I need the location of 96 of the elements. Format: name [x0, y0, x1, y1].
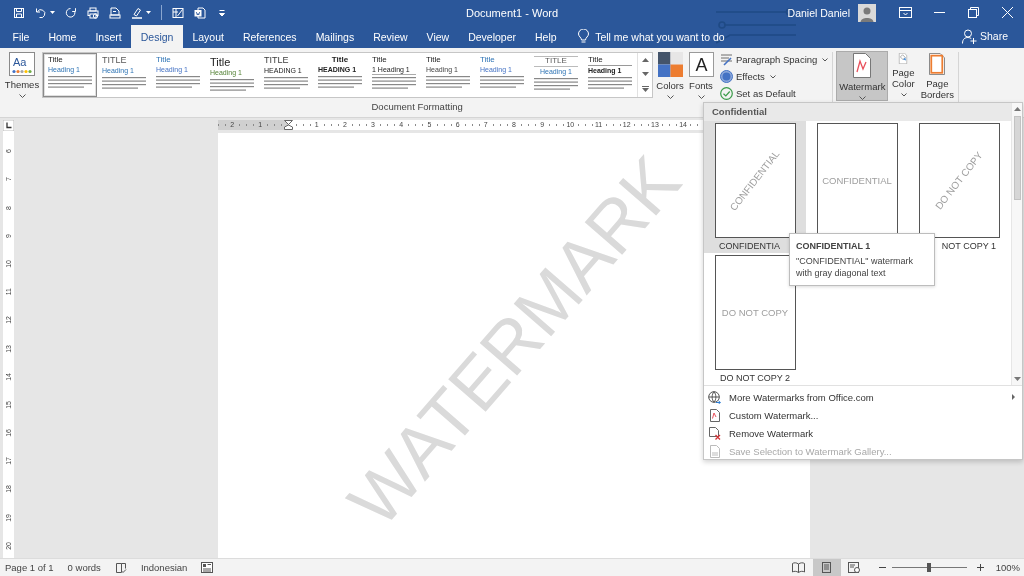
- text-lines-icon: [426, 75, 470, 88]
- text-lines-icon: [480, 75, 524, 88]
- book-icon: [792, 562, 806, 573]
- minimize-icon[interactable]: [933, 12, 945, 13]
- page-watermark-icon: [851, 53, 874, 78]
- paragraph-spacing-button[interactable]: Paragraph Spacing: [718, 51, 831, 68]
- text-lines-icon: [102, 76, 146, 89]
- person-add-icon: [961, 28, 977, 44]
- paragraph-spacing-icon: [720, 53, 733, 66]
- page-print-icon[interactable]: [109, 6, 121, 19]
- ribbon-tab[interactable]: File: [3, 25, 39, 48]
- text-lines-icon: [318, 75, 362, 88]
- edit-grid-icon[interactable]: [172, 6, 184, 19]
- scroll-up-icon[interactable]: [1013, 107, 1021, 111]
- ribbon-tab[interactable]: Home: [38, 25, 86, 48]
- gallery-scrollbar[interactable]: [1011, 103, 1022, 385]
- indent-marker-icon[interactable]: [283, 120, 293, 130]
- word-count[interactable]: 0 words: [67, 562, 101, 573]
- ribbon-tab[interactable]: Review: [363, 25, 418, 48]
- text-lines-icon: [372, 76, 416, 89]
- gallery-more-icon[interactable]: [641, 86, 649, 92]
- scroll-up-icon[interactable]: [641, 58, 649, 62]
- proofing-icon[interactable]: [114, 561, 127, 574]
- close-icon[interactable]: [1001, 7, 1013, 18]
- menu-item[interactable]: More Watermarks from Office.com: [704, 388, 1022, 406]
- text-lines-icon: [588, 76, 632, 89]
- zoom-in-icon[interactable]: [976, 564, 984, 571]
- text-lines-icon: [156, 75, 200, 88]
- menu-item[interactable]: Remove Watermark: [704, 424, 1022, 442]
- user-avatar-icon[interactable]: [858, 3, 876, 22]
- option-label: CONFIDENTIA: [719, 240, 780, 253]
- ribbon-tab[interactable]: Layout: [182, 25, 234, 48]
- tooltip-title: CONFIDENTIAL 1: [796, 240, 871, 252]
- text-lines-icon: [210, 79, 254, 92]
- text-lines-icon: [264, 76, 308, 89]
- scroll-down-icon[interactable]: [1013, 377, 1021, 381]
- ribbon-tab[interactable]: References: [233, 25, 307, 48]
- printer-icon[interactable]: [87, 6, 99, 19]
- dropdown-caret-icon[interactable]: [50, 11, 55, 14]
- user-name: Daniel Daniel: [787, 6, 850, 19]
- fonts-button[interactable]: A Fonts: [687, 51, 715, 101]
- ribbon-tab[interactable]: View: [417, 25, 459, 48]
- restore-icon[interactable]: [967, 7, 979, 18]
- ribbon-tab[interactable]: Insert: [85, 25, 132, 48]
- color-swatch-icon: [657, 52, 683, 77]
- language-label[interactable]: Indonesian: [140, 562, 188, 573]
- caret-icon: [697, 95, 705, 99]
- redo-icon[interactable]: [65, 6, 77, 19]
- save-icon[interactable]: [13, 6, 25, 19]
- highlighter-icon[interactable]: [131, 6, 143, 19]
- text-lines-icon: [48, 75, 92, 88]
- tooltip-text: "CONFIDENTIAL" watermark with gray diagonal text: [796, 255, 914, 279]
- watermark-button[interactable]: Watermark: [836, 51, 889, 101]
- macro-recording-icon[interactable]: [201, 562, 214, 573]
- window-title: Document1 - Word: [465, 6, 559, 19]
- tell-me-search-field[interactable]: Tell me what you want to do: [595, 28, 738, 46]
- page-remove-icon: [708, 426, 721, 440]
- document-icon[interactable]: [194, 6, 206, 19]
- colors-button[interactable]: Colors: [656, 51, 684, 101]
- tab-selector-icon[interactable]: [3, 120, 14, 131]
- page-icon: [820, 562, 834, 573]
- dropdown-caret-icon[interactable]: [146, 11, 151, 14]
- font-icon: A: [688, 52, 714, 77]
- check-circle-icon: [720, 87, 733, 100]
- option-label: NOT COPY 1: [941, 240, 996, 253]
- effects-icon: [720, 70, 733, 83]
- menu-item[interactable]: Custom Watermark...: [704, 406, 1022, 424]
- effects-button[interactable]: Effects: [718, 68, 831, 85]
- scrollbar-thumb[interactable]: [1013, 116, 1021, 200]
- ribbon-tab[interactable]: Mailings: [306, 25, 364, 48]
- page-borders-button[interactable]: Page Borders: [918, 51, 957, 101]
- option-label: DO NOT COPY 2: [719, 372, 791, 385]
- set-as-default-button[interactable]: Set as Default: [718, 85, 831, 102]
- ribbon-tab[interactable]: Design: [131, 25, 183, 48]
- caret-icon: [666, 95, 674, 99]
- lightbulb-icon[interactable]: [578, 29, 590, 44]
- page-color-button[interactable]: Page Color: [888, 51, 919, 101]
- print-layout-button[interactable]: [812, 559, 841, 576]
- section-heading: Confidential: [704, 103, 1011, 121]
- share-button[interactable]: Share: [961, 27, 1008, 45]
- globe-icon: [708, 390, 721, 404]
- zoom-level[interactable]: 100%: [995, 562, 1020, 573]
- ribbon-tab[interactable]: Developer: [458, 25, 526, 48]
- ribbon-tab[interactable]: Help: [525, 25, 567, 48]
- caret-icon: [18, 94, 26, 98]
- scroll-down-icon[interactable]: [641, 72, 649, 76]
- globe-page-icon: [848, 562, 862, 573]
- text-lines-icon: [534, 77, 578, 90]
- zoom-slider-thumb[interactable]: [927, 563, 932, 572]
- themes-icon: Aa: [9, 52, 35, 76]
- page-count[interactable]: Page 1 of 1: [5, 562, 54, 573]
- ribbon-display-options-icon[interactable]: [898, 7, 912, 18]
- themes-button[interactable]: Aa Themes: [4, 51, 40, 101]
- group-label: Document Formatting: [371, 101, 463, 113]
- undo-icon[interactable]: [35, 6, 47, 19]
- page-watermark-icon: [708, 408, 721, 422]
